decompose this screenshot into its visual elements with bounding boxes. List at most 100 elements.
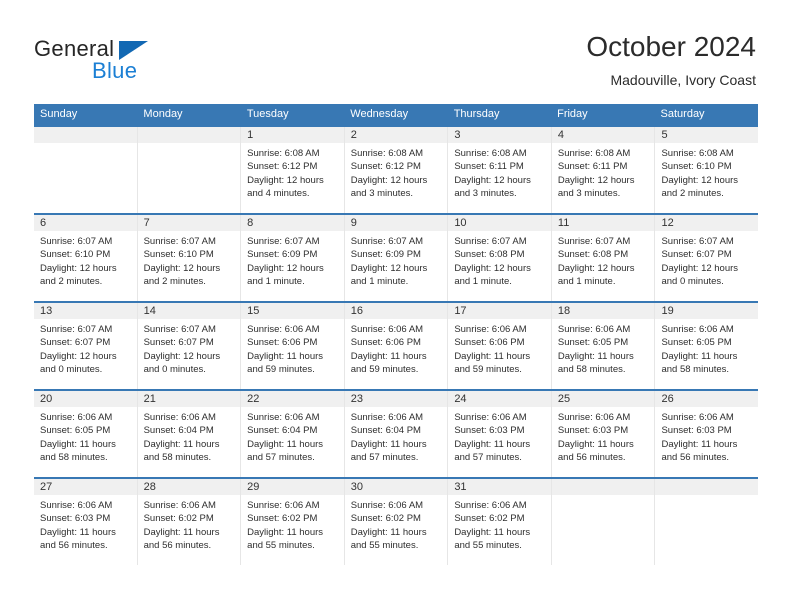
- calendar-day-cell[interactable]: 23 Sunrise: 6:06 AM Sunset: 6:04 PM Dayligh…: [344, 391, 449, 477]
- day-sunrise-text: Sunrise: 6:06 AM: [247, 324, 320, 335]
- day-daylight-text: and 56 minutes.: [661, 452, 730, 464]
- day-daylight-text: and 3 minutes.: [454, 188, 517, 200]
- calendar-day-cell[interactable]: 1 Sunrise: 6:08 AM Sunset: 6:12 PM Daylight…: [241, 127, 345, 213]
- day-number: 17: [448, 303, 551, 319]
- general-blue-logo[interactable]: General Blue: [34, 36, 214, 88]
- calendar-day-cell[interactable]: 9 Sunrise: 6:07 AM Sunset: 6:09 PM Daylight…: [344, 215, 449, 301]
- weekday-header-thursday: Thursday: [453, 108, 500, 120]
- calendar-day-cell[interactable]: 8 Sunrise: 6:07 AM Sunset: 6:09 PM Daylight…: [241, 215, 345, 301]
- day-sunset-text: Sunset: 6:09 PM: [247, 249, 318, 261]
- day-number: 2: [344, 127, 448, 143]
- day-sunrise-text: Sunrise: 6:06 AM: [143, 412, 216, 423]
- day-details: Sunrise: 6:07 AM Sunset: 6:07 PM Daylight:…: [34, 319, 137, 377]
- calendar-grid: Sunday Monday Tuesday Wednesday Thursday Frid…: [34, 104, 759, 565]
- day-daylight-text: and 3 minutes.: [350, 188, 414, 200]
- day-number: [551, 479, 655, 495]
- day-daylight-text: and 0 minutes.: [40, 364, 103, 376]
- day-daylight-text: Daylight: 12 hours: [557, 174, 635, 186]
- day-daylight-text: and 58 minutes.: [40, 452, 108, 464]
- day-details: Sunrise: 6:06 AM Sunset: 6:06 PM Daylight:…: [345, 319, 448, 377]
- day-sunrise-text: Sunrise: 6:06 AM: [454, 500, 527, 511]
- day-sunset-text: Sunset: 6:08 PM: [557, 249, 629, 261]
- calendar-day-cell[interactable]: 2 Sunrise: 6:08 AM Sunset: 6:12 PM Daylight…: [344, 127, 449, 213]
- calendar-day-cell[interactable]: 10 Sunrise: 6:07 AM Sunset: 6:08 PM Dayligh…: [448, 215, 552, 301]
- calendar-week-row: 27 Sunrise: 6:06 AM Sunset: 6:03 PM Dayligh…: [34, 477, 759, 565]
- day-details: Sunrise: 6:06 AM Sunset: 6:04 PM Daylight:…: [241, 407, 344, 465]
- day-daylight-text: and 59 minutes.: [350, 364, 419, 376]
- calendar-day-cell[interactable]: 14 Sunrise: 6:07 AM Sunset: 6:07 PM Dayligh…: [137, 303, 242, 389]
- calendar-day-cell[interactable]: 27 Sunrise: 6:06 AM Sunset: 6:03 PM Dayligh…: [34, 479, 138, 565]
- calendar-day-cell[interactable]: 24 Sunrise: 6:06 AM Sunset: 6:03 PM Dayligh…: [448, 391, 552, 477]
- day-daylight-text: Daylight: 12 hours: [454, 174, 531, 186]
- day-sunset-text: Sunset: 6:07 PM: [40, 337, 111, 349]
- day-details: Sunrise: 6:07 AM Sunset: 6:07 PM Daylight:…: [655, 231, 758, 289]
- day-daylight-text: and 57 minutes.: [454, 452, 522, 464]
- day-daylight-text: and 2 minutes.: [661, 188, 724, 200]
- day-number: 6: [34, 215, 137, 231]
- calendar-day-cell[interactable]: 18 Sunrise: 6:06 AM Sunset: 6:05 PM Dayligh…: [551, 303, 656, 389]
- calendar-day-cell[interactable]: 30 Sunrise: 6:06 AM Sunset: 6:02 PM Dayligh…: [344, 479, 449, 565]
- day-daylight-text: and 56 minutes.: [557, 452, 626, 464]
- day-sunrise-text: Sunrise: 6:07 AM: [557, 236, 631, 247]
- day-sunrise-text: Sunrise: 6:08 AM: [350, 148, 424, 159]
- day-daylight-text: and 58 minutes.: [143, 452, 212, 464]
- day-daylight-text: and 56 minutes.: [40, 540, 108, 552]
- day-sunset-text: Sunset: 6:10 PM: [40, 249, 111, 261]
- day-daylight-text: and 3 minutes.: [557, 188, 621, 200]
- day-details: Sunrise: 6:06 AM Sunset: 6:03 PM Daylight:…: [655, 407, 758, 465]
- calendar-day-cell[interactable]: 25 Sunrise: 6:06 AM Sunset: 6:03 PM Dayligh…: [551, 391, 656, 477]
- calendar-day-cell[interactable]: 29 Sunrise: 6:06 AM Sunset: 6:02 PM Dayligh…: [241, 479, 345, 565]
- calendar-day-cell[interactable]: 16 Sunrise: 6:06 AM Sunset: 6:06 PM Dayligh…: [344, 303, 449, 389]
- day-daylight-text: and 58 minutes.: [557, 364, 626, 376]
- calendar-day-cell[interactable]: 17 Sunrise: 6:06 AM Sunset: 6:06 PM Dayligh…: [448, 303, 552, 389]
- day-daylight-text: and 56 minutes.: [143, 540, 212, 552]
- day-details: Sunrise: 6:07 AM Sunset: 6:08 PM Daylight:…: [552, 231, 655, 289]
- calendar-day-cell[interactable]: 22 Sunrise: 6:06 AM Sunset: 6:04 PM Dayligh…: [241, 391, 345, 477]
- day-details: Sunrise: 6:06 AM Sunset: 6:06 PM Daylight:…: [241, 319, 344, 377]
- day-daylight-text: Daylight: 11 hours: [247, 350, 324, 362]
- day-daylight-text: Daylight: 11 hours: [557, 350, 634, 362]
- day-daylight-text: Daylight: 12 hours: [40, 262, 117, 274]
- calendar-day-cell[interactable]: 12 Sunrise: 6:07 AM Sunset: 6:07 PM Dayligh…: [655, 215, 759, 301]
- calendar-day-cell[interactable]: 11 Sunrise: 6:07 AM Sunset: 6:08 PM Dayligh…: [551, 215, 656, 301]
- day-sunset-text: Sunset: 6:05 PM: [40, 425, 111, 437]
- day-details: Sunrise: 6:06 AM Sunset: 6:03 PM Daylight:…: [552, 407, 655, 465]
- calendar-day-cell[interactable]: 7 Sunrise: 6:07 AM Sunset: 6:10 PM Daylight…: [137, 215, 242, 301]
- calendar-day-cell[interactable]: 6 Sunrise: 6:07 AM Sunset: 6:10 PM Daylight…: [34, 215, 138, 301]
- day-daylight-text: Daylight: 11 hours: [247, 526, 324, 538]
- day-sunrise-text: Sunrise: 6:08 AM: [557, 148, 631, 159]
- calendar-day-cell[interactable]: 13 Sunrise: 6:07 AM Sunset: 6:07 PM Dayligh…: [34, 303, 138, 389]
- day-details: Sunrise: 6:08 AM Sunset: 6:10 PM Daylight:…: [655, 143, 758, 201]
- calendar-day-cell[interactable]: 31 Sunrise: 6:06 AM Sunset: 6:02 PM Dayligh…: [448, 479, 552, 565]
- calendar-day-cell[interactable]: 15 Sunrise: 6:06 AM Sunset: 6:06 PM Dayligh…: [241, 303, 345, 389]
- calendar-day-cell[interactable]: 5 Sunrise: 6:08 AM Sunset: 6:10 PM Daylight…: [655, 127, 759, 213]
- day-daylight-text: Daylight: 11 hours: [350, 526, 427, 538]
- day-number: 11: [551, 215, 655, 231]
- day-details: Sunrise: 6:08 AM Sunset: 6:11 PM Daylight:…: [448, 143, 551, 201]
- calendar-day-cell[interactable]: 20 Sunrise: 6:06 AM Sunset: 6:05 PM Dayligh…: [34, 391, 138, 477]
- day-details: Sunrise: 6:06 AM Sunset: 6:03 PM Daylight:…: [34, 495, 137, 553]
- day-sunset-text: Sunset: 6:06 PM: [350, 337, 421, 349]
- day-sunrise-text: Sunrise: 6:06 AM: [143, 500, 216, 511]
- calendar-day-cell[interactable]: 3 Sunrise: 6:08 AM Sunset: 6:11 PM Daylight…: [448, 127, 552, 213]
- calendar-day-cell[interactable]: 21 Sunrise: 6:06 AM Sunset: 6:04 PM Dayligh…: [137, 391, 242, 477]
- day-details: Sunrise: 6:07 AM Sunset: 6:10 PM Daylight:…: [34, 231, 137, 289]
- day-sunset-text: Sunset: 6:07 PM: [143, 337, 214, 349]
- calendar-day-cell-empty: [655, 479, 759, 565]
- calendar-day-cell-empty: [551, 479, 656, 565]
- day-number: 18: [551, 303, 655, 319]
- calendar-day-cell[interactable]: 4 Sunrise: 6:08 AM Sunset: 6:11 PM Daylight…: [551, 127, 656, 213]
- calendar-day-cell[interactable]: 28 Sunrise: 6:06 AM Sunset: 6:02 PM Dayligh…: [137, 479, 242, 565]
- day-daylight-text: and 59 minutes.: [247, 364, 315, 376]
- calendar-day-cell-empty: [137, 127, 242, 213]
- day-number: 27: [34, 479, 137, 495]
- day-daylight-text: and 1 minute.: [350, 276, 409, 288]
- calendar-day-cell[interactable]: 19 Sunrise: 6:06 AM Sunset: 6:05 PM Dayligh…: [655, 303, 759, 389]
- day-sunset-text: Sunset: 6:10 PM: [661, 161, 732, 173]
- day-number: 5: [655, 127, 759, 143]
- day-details: Sunrise: 6:06 AM Sunset: 6:02 PM Daylight:…: [345, 495, 448, 553]
- calendar-day-cell[interactable]: 26 Sunrise: 6:06 AM Sunset: 6:03 PM Dayligh…: [655, 391, 759, 477]
- day-sunset-text: Sunset: 6:06 PM: [247, 337, 318, 349]
- day-daylight-text: Daylight: 11 hours: [247, 438, 324, 450]
- day-sunrise-text: Sunrise: 6:06 AM: [557, 324, 631, 335]
